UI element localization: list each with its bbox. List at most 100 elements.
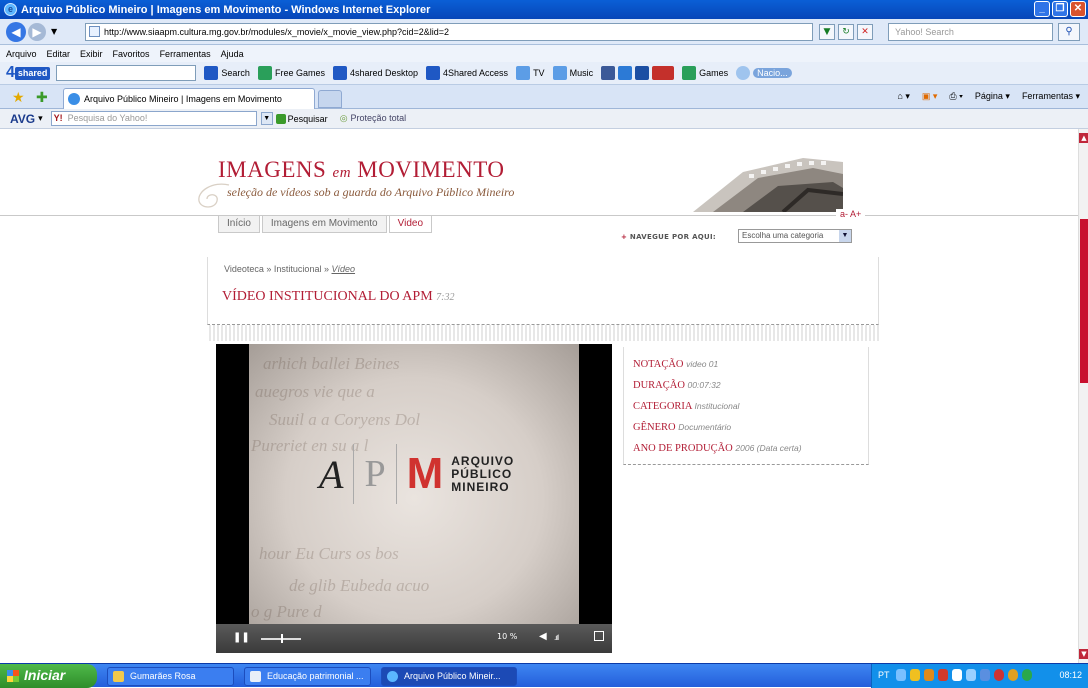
4shared-search-input[interactable] [56,65,197,81]
language-indicator[interactable]: PT [878,670,890,680]
monitor-icon[interactable] [966,669,976,681]
menu-arquivo[interactable]: Arquivo [6,49,37,59]
wifi-icon[interactable] [952,669,962,681]
avg-logo[interactable]: AVG [10,112,35,126]
maximize-button[interactable]: ❐ [1052,1,1068,17]
network-icon[interactable] [896,669,906,681]
task-folder[interactable]: Gumarães Rosa [107,667,234,686]
close-window-button[interactable]: ✕ [1070,1,1086,17]
4shared-toolbar: 4 shared Search Free Games 4shared Deskt… [0,62,1088,85]
clock: 08:12 [1059,670,1082,680]
speaker-icon[interactable]: ◀ [539,631,547,642]
breadcrumb-current[interactable]: Vídeo [332,264,356,274]
page-menu[interactable]: Página ▾ [975,91,1010,102]
minimize-button[interactable]: _ [1034,1,1050,17]
site-nav: Início Imagens em Movimento Video [218,216,434,233]
desktop-icon [332,66,347,80]
page-icon [89,26,100,37]
home-icon[interactable]: ⌂ ▾ [897,91,909,102]
display-icon[interactable] [980,669,990,681]
video-frame[interactable]: arhich ballei Beines auegros vie que a S… [249,344,579,624]
progress-handle[interactable] [280,634,283,643]
breadcrumb-institucional[interactable]: Institucional [274,264,322,274]
tab-apm[interactable]: Arquivo Público Mineiro | Imagens em Mov… [63,88,315,109]
page-scrollbar[interactable]: ▲ ▼ [1078,129,1088,663]
nav-tab-inicio[interactable]: Início [218,216,260,233]
fullscreen-icon[interactable] [594,631,604,641]
security-icon[interactable] [910,669,920,681]
search-icon[interactable]: ⚲ [1058,23,1080,41]
search-input[interactable]: Yahoo! Search [888,23,1053,41]
title-box: Videoteca » Institucional » Vídeo VÍDEO … [207,257,879,325]
windows-logo-icon [7,670,19,682]
search-icon [204,66,219,80]
chevron-down-icon: ▼ [839,230,851,242]
tools-menu[interactable]: Ferramentas ▾ [1022,91,1080,102]
pause-icon[interactable]: ❚❚ [233,632,250,643]
stop-icon[interactable]: ✕ [857,24,873,40]
avg-search-dropdown-icon[interactable]: ▼ [260,112,273,125]
4shared-desktop-button[interactable]: 4shared Desktop [332,66,418,80]
update-icon[interactable] [1008,669,1018,681]
task-ie[interactable]: Arquivo Público Mineir... [381,667,517,686]
header-divider [0,215,1078,216]
history-dropdown-icon[interactable]: ▼ [51,27,57,36]
free-games-button[interactable]: Free Games [257,66,325,80]
volume-muted-icon[interactable] [994,669,1004,681]
decorative-swirl-icon [198,183,230,208]
scroll-down-icon[interactable]: ▼ [1079,649,1088,659]
chrome-icon[interactable] [1022,669,1032,681]
category-select[interactable]: Escolha uma categoria ▼ [738,229,852,243]
address-bar[interactable]: http://www.siaapm.cultura.mg.gov.br/modu… [85,23,813,41]
alert-icon[interactable] [938,669,948,681]
volume-percent: 10 % [497,632,518,641]
new-tab-button[interactable] [318,90,342,108]
yahoo-search-input[interactable]: Pesquisa do Yahoo! [50,111,257,126]
volume-bars-icon[interactable]: .ıIl [554,634,559,642]
forward-button[interactable]: ▶ [28,22,46,41]
avg-dropdown-icon[interactable]: ▾ [38,113,43,124]
refresh-icon[interactable]: ↻ [838,24,854,40]
video-player[interactable]: arhich ballei Beines auegros vie que a S… [216,344,612,653]
favorites-star-icon[interactable]: ★ [12,89,25,106]
4shared-search-button[interactable]: Search [204,66,250,80]
avg-tray-icon[interactable] [924,669,934,681]
breadcrumb-videoteca[interactable]: Videoteca [224,264,264,274]
facebook-icon [601,66,616,80]
site-title[interactable]: IMAGENS em MOVIMENTO [218,157,504,183]
menu-editar[interactable]: Editar [47,49,71,59]
games-button[interactable]: Games [682,66,728,80]
address-dropdown-icon[interactable]: ▼ [819,24,835,40]
scroll-up-icon[interactable]: ▲ [1079,133,1088,143]
menu-favoritos[interactable]: Favoritos [113,49,150,59]
breadcrumb: Videoteca » Institucional » Vídeo [224,264,356,274]
social-icons[interactable] [601,66,675,80]
menu-ajuda[interactable]: Ajuda [221,49,244,59]
back-button[interactable]: ◀ [6,21,26,42]
nav-tab-video[interactable]: Video [388,216,433,233]
menu-exibir[interactable]: Exibir [80,49,103,59]
arrow-icon [275,113,286,124]
info-duracao: DURAÇÃO 00:07:32 [633,380,721,391]
menu-ferramentas[interactable]: Ferramentas [160,49,211,59]
avg-search-button[interactable]: Pesquisar [275,113,328,124]
avg-toolbar: AVG ▾ Pesquisa do Yahoo! ▼ Pesquisar ◎Pr… [0,109,1088,129]
protection-button[interactable]: ◎ Proteção total [340,113,406,124]
music-button[interactable]: Music [552,66,593,80]
4shared-access-button[interactable]: 4Shared Access [426,66,508,80]
text-size-controls[interactable]: a- A+ [836,209,866,219]
add-favorite-icon[interactable]: ✚ [36,89,48,106]
tv-button[interactable]: TV [516,66,545,80]
nav-tab-imagens[interactable]: Imagens em Movimento [261,216,387,233]
info-ano-producao: ANO DE PRODUÇÃO 2006 (Data certa) [633,443,802,454]
radio-player[interactable]: Nacio... [736,66,792,80]
feeds-icon[interactable]: ▣ ▾ [922,91,938,102]
task-word[interactable]: Educação patrimonial ... [244,667,371,686]
document-icon [250,671,261,682]
youtube-icon [652,66,675,80]
start-button[interactable]: Iniciar [0,664,97,688]
4shared-logo[interactable]: 4 shared [6,65,51,81]
games-icon [682,66,697,80]
print-icon[interactable]: ⎙ ▾ [949,91,962,102]
scroll-thumb[interactable] [1080,219,1088,383]
